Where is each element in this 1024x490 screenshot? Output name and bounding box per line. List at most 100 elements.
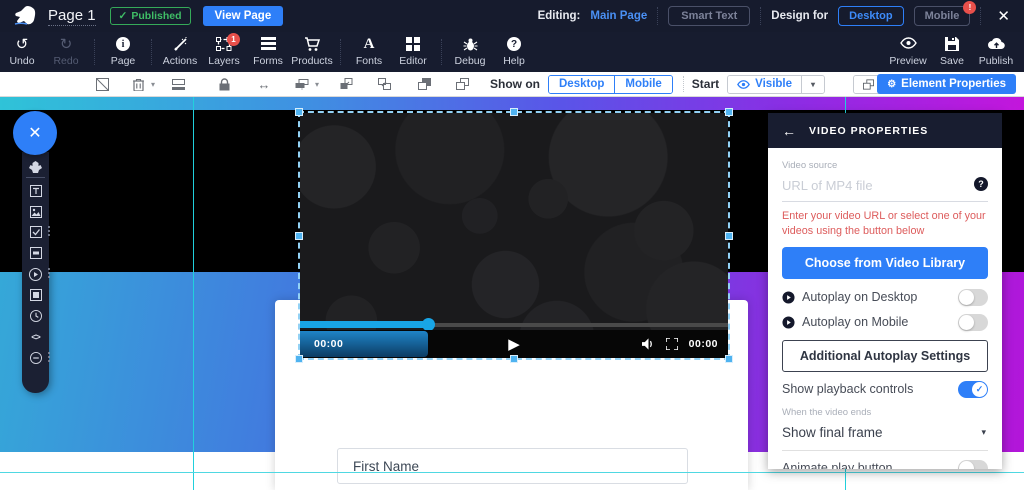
preview-button[interactable]: Preview [886, 37, 930, 67]
choose-from-library-button[interactable]: Choose from Video Library [782, 247, 988, 279]
start-visible-button[interactable]: Visible [728, 76, 801, 93]
play-icon[interactable]: ▶ [508, 335, 520, 353]
debug-button[interactable]: Debug [448, 37, 492, 67]
video-controls: 00:00 ▶ 00:00 [300, 321, 728, 358]
autoplay-desktop-toggle[interactable] [958, 289, 988, 306]
bring-front-icon[interactable] [412, 78, 436, 90]
video-source-label: Video source [782, 160, 988, 171]
actions-button[interactable]: Actions [158, 37, 202, 67]
clone-icon [863, 79, 874, 90]
deselect-icon[interactable] [90, 78, 114, 91]
cart-icon [304, 37, 320, 52]
palette-code-tool[interactable]: <> [22, 328, 49, 346]
video-element[interactable]: 00:00 ▶ 00:00 [300, 113, 728, 358]
layers-button[interactable]: Layers 1 [202, 37, 246, 67]
mobile-alert-badge: ! [963, 1, 976, 14]
help-button[interactable]: ? Help [492, 37, 536, 67]
volume-icon[interactable] [642, 338, 655, 350]
design-mobile-button[interactable]: Mobile ! [914, 6, 971, 26]
divider [441, 39, 442, 65]
autoplay-mobile-toggle[interactable] [958, 314, 988, 331]
fullscreen-icon[interactable] [666, 338, 678, 350]
play-circle-icon [782, 316, 795, 329]
divider [683, 76, 684, 92]
show-on-mobile-button[interactable]: Mobile [614, 76, 671, 93]
floppy-icon [945, 37, 959, 51]
palette-timer-tool[interactable] [22, 307, 49, 325]
resize-handle-w[interactable] [295, 232, 303, 240]
additional-autoplay-settings-button[interactable]: Additional Autoplay Settings [782, 340, 988, 372]
video-url-input[interactable] [782, 178, 962, 193]
element-properties-button[interactable]: ⚙ Element Properties [877, 74, 1016, 94]
editor-button[interactable]: Editor [391, 37, 435, 67]
palette-shape-tool[interactable] [22, 286, 49, 304]
video-progress-fill [300, 321, 428, 328]
show-on-desktop-button[interactable]: Desktop [549, 76, 614, 93]
page-button[interactable]: i Page [101, 37, 145, 67]
editor-grid-icon [406, 37, 420, 51]
palette-form-tool[interactable] [22, 223, 49, 241]
help-icon: ? [507, 37, 521, 51]
palette-button-tool[interactable] [22, 244, 49, 262]
duplicate-icon[interactable] [450, 78, 474, 90]
save-button[interactable]: Save [930, 37, 974, 67]
palette-video-tool[interactable] [22, 265, 49, 283]
video-ends-label: When the video ends [782, 407, 988, 418]
element-quickbar: ▾ ↔ ▾ Show on Desktop Mobile Start Visib… [0, 72, 1024, 97]
start-visibility-control: Visible ▾ [727, 75, 825, 94]
divider [151, 39, 152, 65]
resize-handle-nw[interactable] [295, 108, 303, 116]
animate-play-button-toggle[interactable] [958, 460, 988, 469]
publish-button[interactable]: Publish [974, 37, 1018, 67]
resize-handle-e[interactable] [725, 232, 733, 240]
redo-button[interactable]: ↻ Redo [44, 37, 88, 67]
back-arrow-icon[interactable]: ← [782, 123, 796, 139]
show-on-label: Show on [490, 77, 540, 91]
show-playback-controls-toggle[interactable]: ✓ [958, 381, 988, 398]
palette-text-tool[interactable] [22, 182, 49, 200]
lock-icon[interactable] [212, 78, 236, 91]
palette-image-tool[interactable] [22, 203, 49, 221]
video-properties-panel: ← VIDEO PROPERTIES Video source ? Enter … [768, 113, 1002, 469]
panel-body: Video source ? Enter your video URL or s… [768, 148, 1002, 469]
gear-icon: ⚙ [887, 79, 896, 90]
section-bars-icon[interactable] [166, 79, 190, 90]
products-button[interactable]: Products [290, 37, 334, 67]
chevron-down-icon: ▾ [981, 427, 986, 438]
video-elapsed-panel: 00:00 [300, 331, 428, 357]
design-desktop-button[interactable]: Desktop [838, 6, 903, 26]
guide-line-vertical-left [193, 97, 194, 490]
palette-blocks-icon[interactable] [22, 158, 49, 176]
send-layer-caret[interactable]: ▾ [310, 80, 324, 89]
send-backward-icon[interactable] [372, 78, 396, 90]
close-palette-button[interactable]: ✕ [13, 111, 57, 155]
help-icon[interactable]: ? [974, 177, 988, 191]
forms-list-icon [261, 37, 276, 51]
palette-progress-tool[interactable] [22, 349, 49, 367]
divider [980, 7, 981, 25]
undo-button[interactable]: ↺ Undo [0, 37, 44, 67]
smart-text-button[interactable]: Smart Text [668, 6, 750, 26]
show-playback-controls-label: Show playback controls [782, 382, 913, 396]
design-for-label: Design for [771, 10, 828, 22]
forms-button[interactable]: Forms [246, 37, 290, 67]
fonts-button[interactable]: A Fonts [347, 37, 391, 67]
delete-dropdown-caret[interactable]: ▾ [146, 80, 160, 89]
resize-handle-se[interactable] [725, 355, 733, 363]
bring-forward-icon[interactable] [334, 78, 358, 90]
fonts-icon: A [364, 37, 375, 53]
resize-handle-s[interactable] [510, 355, 518, 363]
eye-icon [737, 80, 750, 89]
start-visible-caret[interactable]: ▾ [801, 76, 824, 93]
close-editor-icon[interactable]: ✕ [991, 7, 1016, 25]
resize-handle-n[interactable] [510, 108, 518, 116]
first-name-field[interactable] [337, 448, 688, 484]
video-ends-select[interactable]: Show final frame ▾ [782, 424, 988, 451]
editing-page-link[interactable]: Main Page [590, 10, 647, 22]
page-title[interactable]: Page 1 [48, 7, 96, 26]
resize-handle-ne[interactable] [725, 108, 733, 116]
view-page-button[interactable]: View Page [203, 6, 284, 26]
resize-handle-sw[interactable] [295, 355, 303, 363]
element-palette: <> [22, 152, 49, 393]
resize-horizontal-icon[interactable]: ↔ [252, 77, 276, 92]
